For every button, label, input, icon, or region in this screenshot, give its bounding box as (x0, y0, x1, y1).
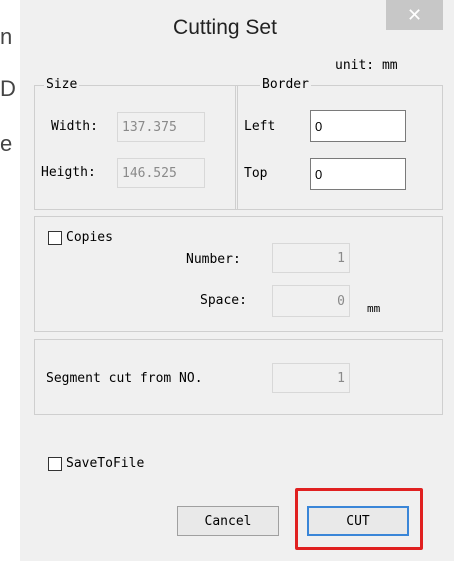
unit-label: unit: mm (335, 58, 398, 73)
copies-checkbox[interactable] (48, 231, 62, 245)
space-unit-label: mm (367, 302, 381, 315)
background-text-fragment: D (0, 76, 16, 101)
width-field[interactable]: 137.375 (117, 112, 205, 142)
border-group (235, 85, 443, 210)
background-text-fragment: n (0, 24, 13, 49)
close-icon: ✕ (406, 4, 423, 25)
top-label: Top (244, 166, 268, 181)
close-button[interactable]: ✕ (386, 0, 443, 30)
title-bar[interactable]: Cutting Set ✕ (20, 0, 454, 52)
top-border-input[interactable]: 0 (310, 158, 406, 190)
width-label: Width: (51, 119, 98, 134)
segment-field[interactable]: 1 (272, 363, 350, 393)
number-label: Number: (186, 252, 241, 267)
copies-label: Copies (66, 230, 113, 245)
save-to-file-checkbox[interactable] (48, 457, 62, 471)
cancel-button[interactable]: Cancel (177, 506, 279, 536)
left-label: Left (244, 119, 276, 134)
dialog-title: Cutting Set (173, 16, 277, 39)
cut-button-highlight (295, 488, 423, 550)
segment-label: Segment cut from NO. (46, 371, 203, 386)
left-border-input[interactable]: 0 (310, 110, 406, 142)
size-group-legend: Size (44, 77, 80, 92)
height-label: Heigth: (41, 165, 96, 180)
number-field[interactable]: 1 (272, 243, 350, 273)
save-to-file-label: SaveToFile (66, 456, 145, 471)
height-field[interactable]: 146.525 (117, 158, 205, 188)
size-group (34, 85, 238, 210)
background-text-fragment: e (0, 131, 13, 156)
space-label: Space: (200, 293, 247, 308)
cutting-set-dialog: Cutting Set ✕ unit: mm Size Width: 137.3… (20, 0, 454, 561)
space-field[interactable]: 0 (272, 285, 350, 317)
border-group-legend: Border (260, 77, 311, 92)
